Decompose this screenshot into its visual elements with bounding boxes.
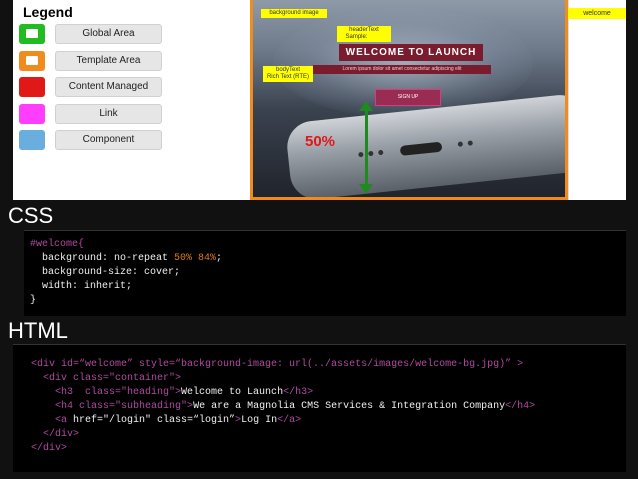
content-managed-swatch (19, 77, 45, 97)
code-line: <h4 class="subheading">We are a Magnolia… (31, 400, 535, 413)
vertical-arrow (365, 108, 368, 186)
html-section-title: HTML (8, 318, 68, 343)
legend: Legend Global Area Template Area Content… (13, 0, 193, 200)
code-line: </div> (31, 428, 79, 441)
legend-label: Component (55, 130, 162, 150)
code-line: <a href="/login" class=“login”>Log In</a… (31, 414, 301, 427)
signup-button[interactable]: SIGN UP (375, 89, 441, 106)
legend-title: Legend (23, 4, 73, 20)
legend-label: Link (55, 104, 162, 124)
code-token: 50% 84% (174, 253, 217, 264)
code-token: </div> (31, 429, 80, 440)
code-line: <h3 class="heading">Welcome to Launch</h… (31, 386, 313, 399)
css-code-block: #welcome{ background: no-repeat 50% 84%;… (24, 230, 626, 316)
code-token: Welcome to Launch (181, 387, 284, 398)
code-line: <div class="container"> (31, 372, 181, 385)
code-line: #welcome{ (30, 238, 84, 251)
component-swatch (19, 130, 45, 150)
link-swatch (19, 104, 45, 124)
code-token: <h3 (31, 387, 86, 398)
code-token: > (517, 359, 524, 370)
code-token: </h4> (505, 401, 536, 412)
legend-label: Template Area (55, 51, 162, 71)
right-panel (568, 0, 626, 200)
code-line: <div id=“welcome” style=“background-imag… (31, 358, 523, 371)
code-token: </a> (277, 415, 302, 426)
code-token: width: inherit; (30, 281, 133, 292)
welcome-subheadline: Lorem ipsum dolor sit amet consectetur a… (313, 65, 491, 74)
global-area-swatch (19, 24, 45, 44)
header-text-tag: headerText Sample: (337, 26, 391, 42)
body-text-tag: bodyText Rich Text (RTE) (263, 66, 313, 82)
welcome-tag: welcome (568, 8, 626, 19)
code-line: } (30, 294, 36, 307)
css-section-title: CSS (8, 203, 54, 228)
background-image-tag: background image (261, 9, 327, 18)
code-line: background-size: cover; (30, 266, 180, 279)
code-token: background: no-repeat (30, 253, 175, 264)
code-token: <div (31, 359, 62, 370)
code-token: id=“welcome” style=“background-image: ur… (61, 359, 518, 370)
html-code-block: <div id=“welcome” style=“background-imag… (13, 344, 626, 472)
code-line: </div> (31, 442, 67, 455)
code-token: </div> (31, 443, 68, 454)
code-token: <div (31, 373, 74, 384)
arrow-down-icon (359, 184, 373, 194)
code-token: class="heading" (85, 387, 176, 398)
code-token: class="container" (73, 373, 176, 384)
code-token: <a (31, 415, 74, 426)
legend-item-content-managed: Content Managed (19, 77, 169, 97)
percent-label: 50% (305, 133, 336, 150)
code-token: #welcome{ (30, 239, 85, 250)
legend-item-link: Link (19, 104, 169, 124)
code-token: > (175, 373, 182, 384)
code-token: class="subheading" (79, 401, 188, 412)
template-area-swatch (19, 51, 45, 71)
legend-label: Content Managed (55, 77, 162, 97)
legend-item-global-area: Global Area (19, 24, 169, 44)
code-token: </h3> (283, 387, 314, 398)
code-token: } (30, 295, 37, 306)
welcome-headline: WELCOME TO LAUNCH (339, 44, 483, 61)
code-token: background-size: cover; (30, 267, 181, 278)
legend-item-component: Component (19, 130, 169, 150)
code-line: width: inherit; (30, 280, 132, 293)
code-token: ; (216, 253, 223, 264)
code-token: We are a Magnolia CMS Services & Integra… (193, 401, 506, 412)
code-token: Log In (241, 415, 278, 426)
welcome-mockup: background image headerText Sample: WELC… (250, 0, 568, 200)
legend-label: Global Area (55, 24, 162, 44)
legend-item-template-area: Template Area (19, 51, 169, 71)
code-line: background: no-repeat 50% 84%; (30, 252, 222, 265)
code-token: <h4 (31, 401, 80, 412)
code-token: href="/login" class=“login” (73, 415, 236, 426)
